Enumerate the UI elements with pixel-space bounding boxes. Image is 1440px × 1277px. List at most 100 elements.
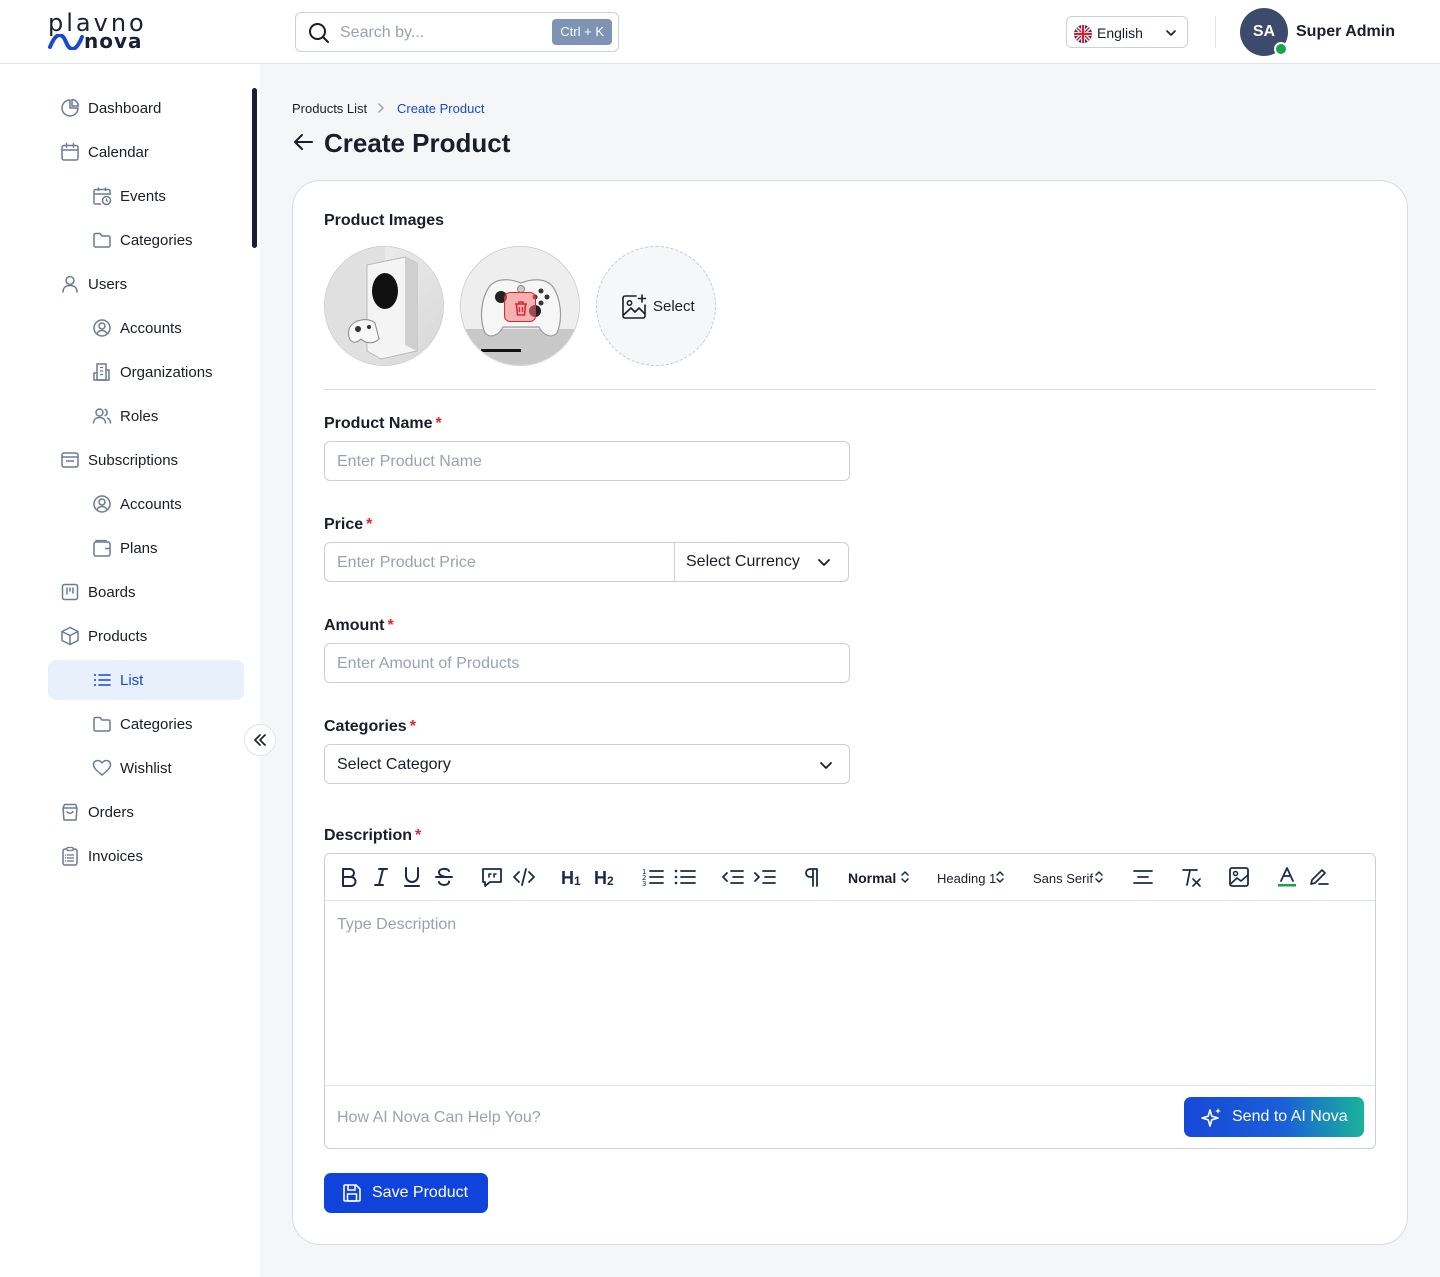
ai-prompt-input[interactable]: How AI Nova Can Help You? [337, 1109, 541, 1127]
quote-icon[interactable] [480, 866, 504, 888]
sidebar-item-user-accounts[interactable]: Accounts [48, 308, 244, 348]
chevron-right-icon [378, 103, 384, 113]
required-mark: * [435, 415, 442, 432]
save-icon [343, 1184, 361, 1202]
highlight-icon[interactable] [1308, 866, 1330, 888]
text-size-select[interactable]: Normal [848, 854, 918, 901]
sidebar-scrollbar[interactable] [252, 88, 257, 248]
building-icon [93, 363, 110, 381]
search-shortcut-badge: Ctrl + K [552, 19, 612, 45]
required-mark: * [415, 827, 422, 844]
collapse-sidebar-button[interactable] [244, 724, 276, 756]
clear-format-icon[interactable] [1180, 866, 1202, 888]
indent-icon[interactable] [753, 866, 777, 888]
font-select[interactable]: Sans Serif [1033, 854, 1113, 901]
calendar-clock-icon [93, 187, 112, 206]
sidebar-item-boards[interactable]: Boards [48, 572, 277, 612]
sidebar-item-invoices[interactable]: Invoices [48, 836, 244, 876]
currency-select[interactable]: Select Currency [675, 543, 848, 581]
amount-input[interactable]: Enter Amount of Products [324, 643, 850, 683]
sort-updown-icon [1095, 871, 1103, 883]
back-arrow-icon[interactable] [292, 131, 316, 153]
pie-chart-icon [61, 98, 80, 117]
uk-flag-icon [1074, 25, 1092, 43]
trash-icon [515, 301, 527, 316]
outdent-icon[interactable] [721, 866, 745, 888]
ordered-list-icon[interactable]: 123 [641, 866, 665, 888]
sidebar-item-users[interactable]: Users [48, 264, 277, 304]
description-label-text: Description [324, 827, 413, 844]
sidebar-item-plans[interactable]: Plans [48, 528, 244, 568]
select-image-label: Select [653, 298, 695, 315]
categories-label: Categories * [324, 718, 416, 736]
sidebar-item-label: Calendar [88, 144, 149, 161]
language-select[interactable]: English [1066, 16, 1188, 48]
sidebar-item-label: Orders [88, 804, 134, 821]
product-name-input[interactable]: Enter Product Name [324, 441, 850, 481]
sidebar-item-events[interactable]: Events [48, 176, 244, 216]
sidebar-item-label: List [120, 672, 144, 689]
list-icon [94, 674, 111, 686]
sidebar-item-roles[interactable]: Roles [48, 396, 244, 436]
required-mark: * [366, 516, 373, 533]
h1-text: H [561, 868, 574, 888]
sidebar-item-orders[interactable]: Orders [48, 792, 244, 832]
image-add-icon [622, 294, 647, 319]
italic-icon[interactable] [370, 866, 392, 888]
category-select-value: Select Category [337, 756, 451, 773]
board-icon [61, 583, 79, 601]
bold-icon[interactable] [338, 866, 360, 888]
save-product-button[interactable]: Save Product [324, 1173, 488, 1213]
select-image-button[interactable]: Select [596, 246, 716, 366]
sidebar-item-label: Users [88, 276, 128, 293]
description-editor: H 1 H 2 123 Normal Heading 1 Sans Serif … [324, 853, 1376, 1149]
delete-image-button[interactable] [504, 292, 536, 322]
required-mark: * [387, 617, 394, 634]
brand-logo[interactable]: plavno nova [48, 10, 148, 54]
sidebar-item-product-list[interactable]: List [48, 660, 244, 700]
sidebar-item-label: Accounts [120, 320, 182, 337]
sidebar-item-subscriptions[interactable]: Subscriptions [48, 440, 277, 480]
code-icon[interactable] [512, 866, 536, 888]
inbox-icon [61, 452, 79, 468]
sidebar-item-dashboard[interactable]: Dashboard [48, 88, 244, 128]
strikethrough-icon[interactable] [433, 866, 455, 888]
language-label: English [1097, 25, 1143, 41]
underline-icon[interactable] [401, 866, 423, 888]
breadcrumb-parent[interactable]: Products List [292, 101, 367, 116]
text-color-icon[interactable] [1276, 866, 1298, 888]
paragraph-icon[interactable] [801, 866, 823, 888]
editor-toolbar: H 1 H 2 123 Normal Heading 1 Sans Serif [325, 854, 1375, 901]
sidebar-item-label: Plans [120, 540, 158, 557]
insert-image-icon[interactable] [1228, 866, 1250, 888]
send-to-ai-button[interactable]: Send to AI Nova [1184, 1097, 1364, 1137]
heading-select[interactable]: Heading 1 [937, 854, 1017, 901]
users-icon [92, 408, 112, 424]
sidebar-item-subscription-accounts[interactable]: Accounts [48, 484, 244, 524]
product-image-console[interactable] [324, 246, 444, 366]
send-to-ai-label: Send to AI Nova [1232, 1108, 1348, 1125]
category-select[interactable]: Select Category [324, 744, 850, 784]
folder-icon [93, 232, 111, 248]
breadcrumb-current: Create Product [397, 101, 485, 116]
search-placeholder: Search by... [340, 24, 425, 41]
sidebar-item-wishlist[interactable]: Wishlist [48, 748, 244, 788]
sidebar-item-label: Products [88, 628, 148, 645]
sidebar-item-product-categories[interactable]: Categories [48, 704, 244, 744]
description-placeholder[interactable]: Type Description [337, 916, 456, 934]
bullet-list-icon[interactable] [673, 866, 697, 888]
chevrons-left-icon [254, 734, 266, 746]
sidebar-item-calendar-categories[interactable]: Categories [48, 220, 244, 260]
align-center-icon[interactable] [1132, 866, 1154, 888]
sidebar-item-organizations[interactable]: Organizations [48, 352, 244, 392]
console-image [325, 247, 443, 365]
page-title: Create Product [324, 128, 511, 158]
sidebar-item-products[interactable]: Products [48, 616, 277, 656]
sidebar-item-label: Dashboard [88, 100, 162, 117]
text-size-value: Normal [848, 870, 897, 886]
h2-sub: 2 [607, 874, 614, 888]
search-input[interactable]: Search by... Ctrl + K [295, 12, 619, 52]
product-name-label: Product Name * [324, 415, 442, 433]
user-name[interactable]: Super Admin [1296, 23, 1395, 41]
sidebar-item-calendar[interactable]: Calendar [48, 132, 277, 172]
